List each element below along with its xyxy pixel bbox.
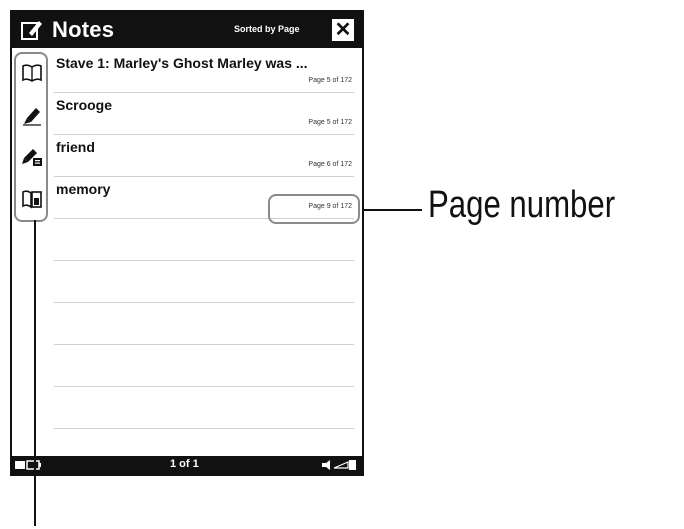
reader-screen: Notes Sorted by Page ✕ Stave 1: Marley's… xyxy=(10,10,364,476)
list-item[interactable]: Stave 1: Marley's Ghost Marley was ... P… xyxy=(12,50,362,92)
close-button[interactable]: ✕ xyxy=(332,19,354,41)
volume-icon xyxy=(322,460,356,470)
page-title: Notes xyxy=(52,17,115,42)
page-number-highlight xyxy=(268,194,360,224)
row-divider xyxy=(54,428,354,429)
note-text: memory xyxy=(56,181,111,197)
sort-order-label[interactable]: Sorted by Page xyxy=(234,24,300,34)
note-page-number: Page 6 of 172 xyxy=(308,161,352,168)
bookmark-comment-icon xyxy=(22,190,42,209)
note-type-icon-column xyxy=(14,52,48,222)
handwriting-icon xyxy=(22,149,42,166)
note-page-number: Page 5 of 172 xyxy=(308,77,352,84)
notes-pencil-icon xyxy=(21,21,42,40)
row-divider xyxy=(54,176,354,177)
note-page-number: Page 5 of 172 xyxy=(308,119,352,126)
list-item[interactable]: Scrooge Page 5 of 172 xyxy=(12,92,362,134)
list-item[interactable]: friend Page 6 of 172 xyxy=(12,134,362,176)
row-divider xyxy=(54,260,354,261)
highlight-icon xyxy=(23,108,41,126)
row-divider xyxy=(54,92,354,93)
row-divider xyxy=(54,386,354,387)
row-divider xyxy=(54,302,354,303)
page-number-callout-label: Page number xyxy=(428,184,616,226)
icon-column-callout-line xyxy=(34,220,36,526)
status-bar: 1 of 1 xyxy=(12,456,362,474)
page-number-callout-line xyxy=(364,209,422,211)
row-divider xyxy=(54,344,354,345)
note-text: Stave 1: Marley's Ghost Marley was ... xyxy=(56,55,308,71)
row-divider xyxy=(54,134,354,135)
page-indicator: 1 of 1 xyxy=(170,458,199,470)
bookmark-icon xyxy=(22,64,42,82)
note-text: friend xyxy=(56,139,95,155)
note-text: Scrooge xyxy=(56,97,113,113)
title-bar: Notes Sorted by Page ✕ xyxy=(12,12,362,48)
